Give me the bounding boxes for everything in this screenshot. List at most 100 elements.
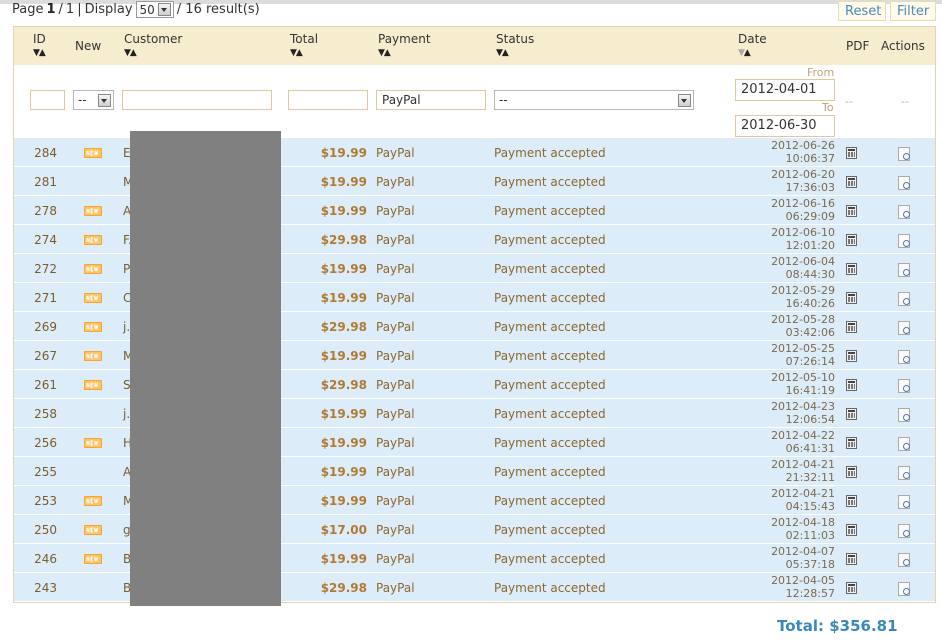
sort-arrows-icon[interactable]: ▼▲ xyxy=(378,48,431,58)
invoice-icon[interactable] xyxy=(846,176,857,188)
invoice-icon[interactable] xyxy=(846,466,857,478)
pdf-filter-placeholder: -- xyxy=(845,95,853,108)
new-badge-icon xyxy=(84,380,102,390)
order-id: 284 xyxy=(34,146,57,160)
view-details-icon[interactable] xyxy=(898,176,910,190)
view-details-icon[interactable] xyxy=(898,466,910,480)
payment-filter-input[interactable]: PayPal xyxy=(376,90,486,110)
grand-total: Total: $356.81 xyxy=(777,617,898,635)
order-date-day: 2012-06-20 xyxy=(771,168,835,181)
col-total-label: Total xyxy=(290,32,319,46)
payment-method: PayPal xyxy=(376,262,415,276)
view-details-icon[interactable] xyxy=(898,524,910,538)
invoice-icon[interactable] xyxy=(846,553,857,565)
order-date: 2012-05-29 16:40:26 xyxy=(771,284,835,310)
page-label: Page xyxy=(12,2,44,17)
invoice-icon[interactable] xyxy=(846,234,857,246)
invoice-icon[interactable] xyxy=(846,321,857,333)
invoice-icon[interactable] xyxy=(846,524,857,536)
view-details-icon[interactable] xyxy=(898,553,910,567)
view-details-icon[interactable] xyxy=(898,350,910,364)
order-date: 2012-06-20 17:36:03 xyxy=(771,168,835,194)
sort-arrows-icon[interactable]: ▼▲ xyxy=(33,48,46,58)
view-details-icon[interactable] xyxy=(898,321,910,335)
order-date-day: 2012-04-18 xyxy=(771,516,835,529)
invoice-icon[interactable] xyxy=(846,408,857,420)
order-id: 271 xyxy=(34,291,57,305)
new-badge-icon xyxy=(84,496,102,506)
invoice-icon[interactable] xyxy=(846,263,857,275)
order-id: 272 xyxy=(34,262,57,276)
new-badge-icon xyxy=(84,322,102,332)
order-id: 255 xyxy=(34,465,57,479)
invoice-icon[interactable] xyxy=(846,495,857,507)
view-details-icon[interactable] xyxy=(898,495,910,509)
order-date-time: 17:36:03 xyxy=(785,181,835,194)
order-status: Payment accepted xyxy=(494,552,606,566)
new-filter-value: -- xyxy=(78,93,87,107)
actions-filter-placeholder: -- xyxy=(901,95,909,108)
invoice-icon[interactable] xyxy=(846,437,857,449)
date-to-label: To xyxy=(822,101,834,114)
payment-method: PayPal xyxy=(376,233,415,247)
payment-method: PayPal xyxy=(376,175,415,189)
reset-button[interactable]: Reset xyxy=(838,1,886,21)
total-filter-input[interactable] xyxy=(288,90,368,110)
invoice-icon[interactable] xyxy=(846,379,857,391)
pipe-separator: | xyxy=(77,2,82,17)
filter-button[interactable]: Filter xyxy=(890,1,936,21)
order-status: Payment accepted xyxy=(494,494,606,508)
sort-arrows-icon[interactable]: ▼▲ xyxy=(124,48,182,58)
display-label: Display xyxy=(84,2,133,17)
order-id: 261 xyxy=(34,378,57,392)
order-date-time: 10:06:37 xyxy=(785,152,835,165)
sort-arrows-icon[interactable]: ▼▲ xyxy=(738,48,767,58)
order-date: 2012-04-07 05:37:18 xyxy=(771,545,835,571)
payment-method: PayPal xyxy=(376,465,415,479)
order-status: Payment accepted xyxy=(494,523,606,537)
total-pages: 1 xyxy=(65,2,75,17)
payment-method: PayPal xyxy=(376,320,415,334)
id-filter-input[interactable] xyxy=(30,90,65,110)
order-status: Payment accepted xyxy=(494,407,606,421)
order-total: $29.98 xyxy=(320,320,367,334)
status-filter-select[interactable]: -- xyxy=(494,90,694,110)
order-date-time: 05:37:18 xyxy=(785,558,835,571)
view-details-icon[interactable] xyxy=(898,582,910,596)
invoice-icon[interactable] xyxy=(846,582,857,594)
sort-arrows-icon[interactable]: ▼▲ xyxy=(496,48,534,58)
order-date-day: 2012-05-25 xyxy=(771,342,835,355)
view-details-icon[interactable] xyxy=(898,408,910,422)
view-details-icon[interactable] xyxy=(898,234,910,248)
order-status: Payment accepted xyxy=(494,291,606,305)
view-details-icon[interactable] xyxy=(898,205,910,219)
per-page-select[interactable]: 50 xyxy=(135,1,174,18)
new-filter-select[interactable]: -- xyxy=(73,90,114,110)
order-date: 2012-04-23 12:06:54 xyxy=(771,400,835,426)
col-id: ID ▼▲ xyxy=(33,32,46,58)
order-id: 281 xyxy=(34,175,57,189)
view-details-icon[interactable] xyxy=(898,437,910,451)
view-details-icon[interactable] xyxy=(898,292,910,306)
order-date-time: 08:44:30 xyxy=(785,268,835,281)
order-date: 2012-05-28 03:42:06 xyxy=(771,313,835,339)
invoice-icon[interactable] xyxy=(846,292,857,304)
invoice-icon[interactable] xyxy=(846,350,857,362)
customer-filter-input[interactable] xyxy=(122,90,272,110)
order-total: $29.98 xyxy=(320,378,367,392)
invoice-icon[interactable] xyxy=(846,205,857,217)
date-to-input[interactable]: 2012-06-30 xyxy=(735,115,835,137)
order-status: Payment accepted xyxy=(494,204,606,218)
view-details-icon[interactable] xyxy=(898,147,910,161)
order-date-time: 03:42:06 xyxy=(785,326,835,339)
view-details-icon[interactable] xyxy=(898,263,910,277)
order-id: 269 xyxy=(34,320,57,334)
order-date-time: 06:41:31 xyxy=(785,442,835,455)
order-date-day: 2012-06-16 xyxy=(771,197,835,210)
date-from-input[interactable]: 2012-04-01 xyxy=(735,79,835,101)
status-filter-value: -- xyxy=(499,93,508,107)
invoice-icon[interactable] xyxy=(846,147,857,159)
order-total: $19.99 xyxy=(320,175,367,189)
view-details-icon[interactable] xyxy=(898,379,910,393)
sort-arrows-icon[interactable]: ▼▲ xyxy=(290,48,318,58)
